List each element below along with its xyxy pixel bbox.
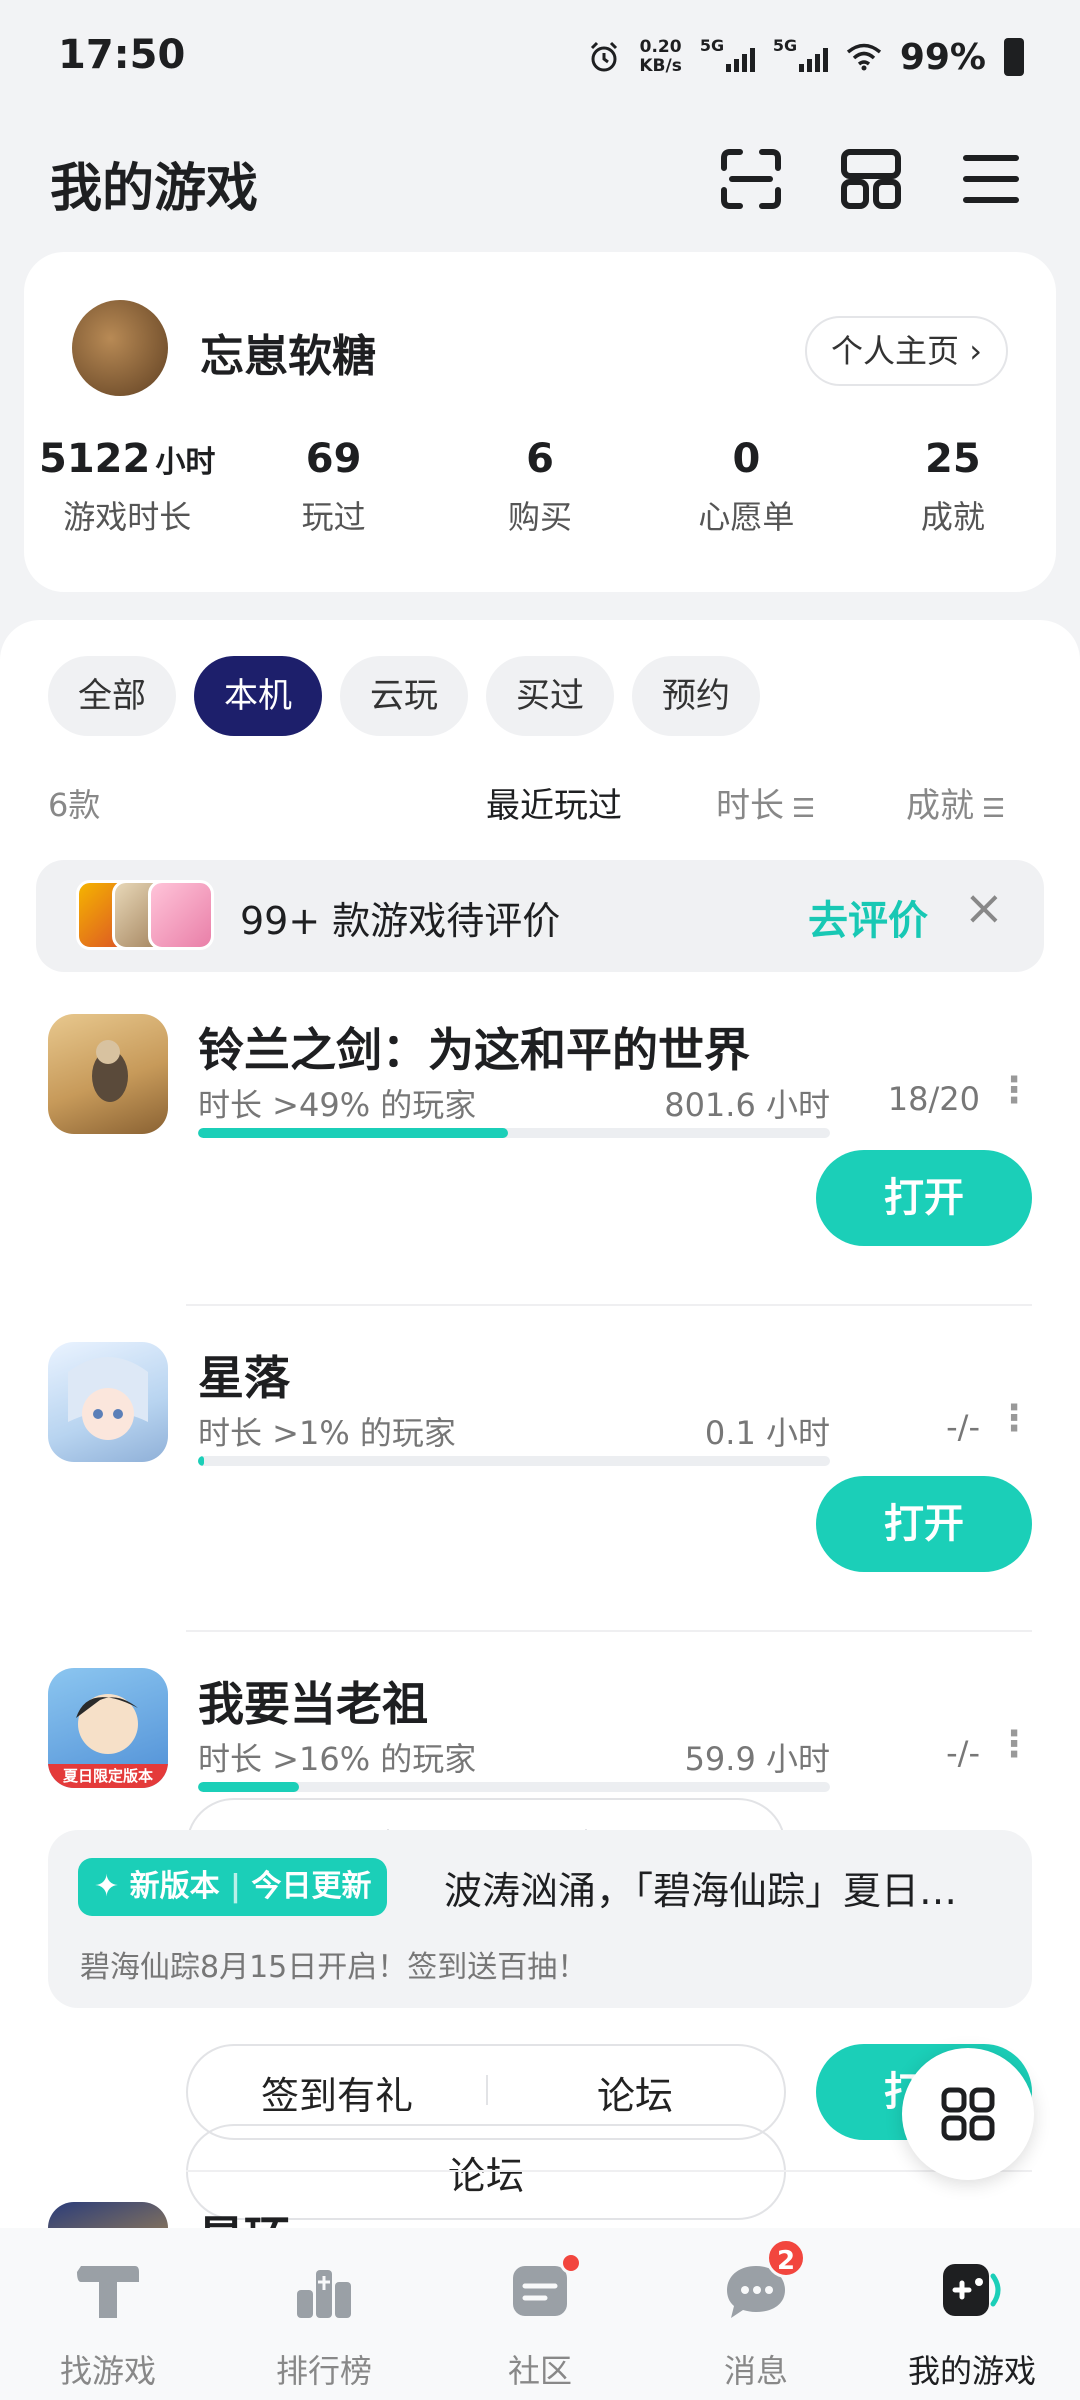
game-title: 铃兰之剑：为这和平的世界 [198,1023,750,1077]
playtime-hours: 801.6 小时 [664,1086,830,1124]
close-icon[interactable]: × [964,880,1004,936]
status-time: 17:50 [58,32,186,78]
achievement-count: -/- [946,1734,980,1772]
game-icon[interactable] [48,1342,168,1462]
update-card[interactable]: ✦ 新版本 | 今日更新 波涛汹涌，「碧海仙踪」夏日… 碧海仙踪8月15日开启！… [48,1830,1032,2008]
game-title: 星环 [198,2202,290,2230]
playtime-progress [198,1456,830,1466]
signal-icon: 5G [773,36,828,72]
filter-chips: 全部 本机 云玩 买过 预约 [48,656,760,736]
find-game-icon [77,2266,139,2318]
nav-community[interactable]: 社区 [432,2228,648,2400]
sort-icon: ☰ [792,794,816,824]
link-forum[interactable]: 论坛 [188,2145,784,2200]
battery-level: 99% [899,36,986,78]
message-count-badge: 2 [766,2238,807,2278]
game-meta: 时长 >49% 的玩家 801.6 小时 [198,1080,830,1126]
filter-chip-cloud[interactable]: 云玩 [340,656,468,736]
profile-stats: 5122 小时 游戏时长 69 玩过 6 购买 0 心愿单 25 成就 [24,436,1056,538]
stat-played[interactable]: 69 玩过 [230,436,436,538]
stat-achievements[interactable]: 25 成就 [850,436,1056,538]
game-links: 签到有礼 论坛 [186,2044,786,2140]
open-button[interactable]: 打开 [816,1150,1032,1246]
notification-dot [560,2252,582,2274]
update-subtitle: 碧海仙踪8月15日开启！签到送百抽！ [80,1950,588,1985]
battery-icon [1004,38,1024,76]
game-icon[interactable] [48,1014,168,1134]
username: 忘崽软糖 [200,331,376,382]
filter-chip-reserved[interactable]: 预约 [632,656,760,736]
stat-purchased[interactable]: 6 购买 [437,436,643,538]
game-icon[interactable] [48,2202,168,2230]
game-title: 星落 [198,1351,290,1405]
playtime-rank: 时长 >16% 的玩家 [198,1740,477,1778]
sort-recent[interactable]: 最近玩过 [486,778,622,827]
more-options-icon[interactable]: ⋮ [996,1724,1032,1765]
stat-wishlist[interactable]: 0 心愿单 [643,436,849,538]
bottom-navigation: 找游戏 排行榜 社区 2 消息 我的游戏 [0,2228,1080,2400]
app-header: 我的游戏 [0,130,1080,230]
stat-playtime[interactable]: 5122 小时 游戏时长 [24,436,230,538]
nav-find-game[interactable]: 找游戏 [0,2228,216,2400]
sort-playtime[interactable]: 时长 ☰ [716,778,815,827]
game-title: 我要当老祖 [198,1677,428,1731]
link-forum[interactable]: 论坛 [486,2065,784,2120]
playtime-hours: 0.1 小时 [704,1414,830,1452]
nav-messages[interactable]: 2 消息 [648,2228,864,2400]
network-speed: 0.20 KB/s [639,37,682,76]
scan-icon[interactable] [718,146,784,212]
grid-icon [941,2087,995,2141]
quick-menu-button[interactable] [902,2048,1034,2180]
divider [186,1304,1032,1306]
game-meta: 时长 >16% 的玩家 59.9 小时 [198,1734,830,1780]
game-icon-caption: 夏日限定版本 [62,1767,153,1785]
page-title: 我的游戏 [50,159,259,219]
homepage-button[interactable]: 个人主页 › [805,316,1008,386]
layout-icon[interactable] [838,146,904,212]
update-title: 波涛汹涌，「碧海仙踪」夏日… [444,1869,958,1913]
divider [186,1630,1032,1632]
my-games-icon [943,2264,1001,2316]
game-icon[interactable]: 夏日限定版本 [48,1668,168,1788]
status-bar: 17:50 0.20 KB/s 5G 5G 99% [0,0,1080,116]
wifi-icon [846,43,881,71]
signal-icon: 5G [700,36,755,72]
review-game-thumbnails [76,880,226,950]
nav-my-games[interactable]: 我的游戏 [864,2228,1080,2400]
avatar[interactable] [72,300,168,396]
nav-ranking[interactable]: 排行榜 [216,2228,432,2400]
review-banner[interactable]: 99+ 款游戏待评价 去评价 × [36,860,1044,972]
filter-chip-local[interactable]: 本机 [194,656,322,736]
game-count: 6款 [48,786,101,824]
game-meta: 时长 >1% 的玩家 0.1 小时 [198,1408,830,1454]
achievement-count: 18/20 [887,1080,980,1118]
profile-card: 忘崽软糖 个人主页 › 5122 小时 游戏时长 69 玩过 6 购买 0 心愿… [24,252,1056,592]
playtime-progress [198,1128,830,1138]
playtime-progress [198,1782,830,1792]
review-text: 99+ 款游戏待评价 [240,899,561,943]
menu-icon[interactable] [958,146,1024,212]
filter-chip-all[interactable]: 全部 [48,656,176,736]
filter-chip-bought[interactable]: 买过 [486,656,614,736]
sort-row: 6款 最近玩过 时长 ☰ 成就 ☰ [0,770,1080,830]
sort-icon: ☰ [982,794,1006,824]
playtime-rank: 时长 >1% 的玩家 [198,1414,456,1452]
ranking-icon [297,2270,351,2318]
more-options-icon[interactable]: ⋮ [996,1398,1032,1439]
open-button[interactable]: 打开 [816,1476,1032,1572]
alarm-icon [591,41,618,72]
playtime-rank: 时长 >49% 的玩家 [198,1086,477,1124]
new-version-badge: ✦ 新版本 | 今日更新 [78,1858,388,1916]
sort-achievements[interactable]: 成就 ☰ [906,778,1005,827]
more-options-icon[interactable]: ⋮ [996,1070,1032,1111]
status-icons: 0.20 KB/s 5G 5G 99% [587,30,1024,84]
playtime-hours: 59.9 小时 [684,1740,830,1778]
sparkle-icon: ✦ [94,1869,120,1904]
link-signin-gift[interactable]: 签到有礼 [188,2065,486,2120]
achievement-count: -/- [946,1408,980,1446]
review-action-button[interactable]: 去评价 [808,888,928,946]
game-list-panel: 全部 本机 云玩 买过 预约 6款 最近玩过 时长 ☰ 成就 ☰ 99+ 款游戏待评… [0,620,1080,2230]
